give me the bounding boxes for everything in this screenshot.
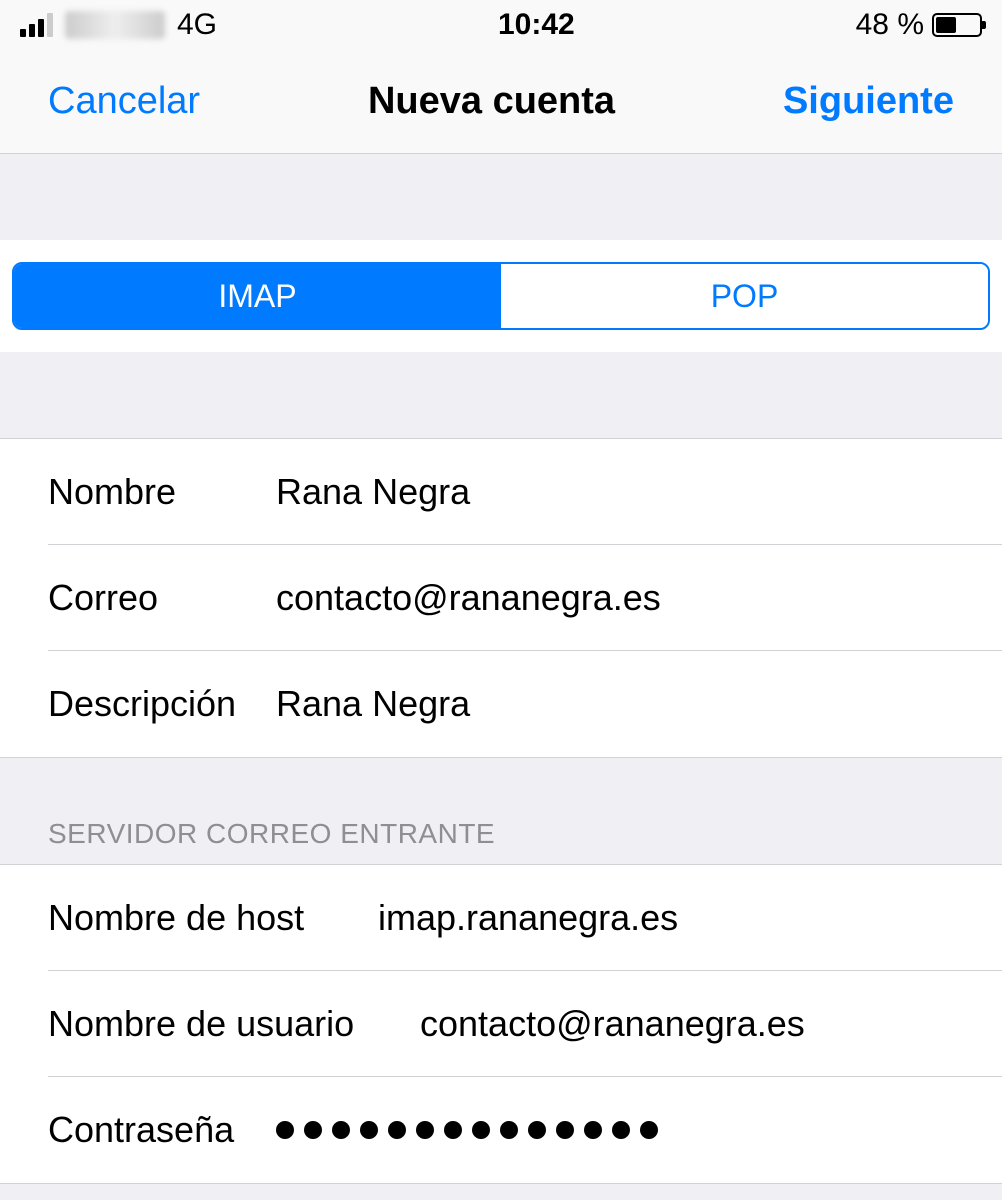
password-label: Contraseña	[48, 1109, 276, 1151]
email-row: Correo	[0, 545, 1002, 651]
username-input[interactable]	[420, 1003, 1002, 1045]
password-input[interactable]	[276, 1121, 658, 1139]
password-row: Contraseña	[0, 1077, 1002, 1183]
description-row: Descripción	[0, 651, 1002, 757]
status-time: 10:42	[498, 8, 575, 42]
status-bar: 4G 10:42 48 %	[0, 0, 1002, 50]
incoming-server-header: SERVIDOR CORREO ENTRANTE	[0, 818, 1002, 864]
battery-percent: 48 %	[856, 8, 924, 42]
name-row: Nombre	[0, 439, 1002, 545]
battery-icon	[932, 13, 982, 37]
carrier-name-blurred	[65, 11, 165, 39]
email-input[interactable]	[276, 577, 1002, 619]
host-input[interactable]	[378, 897, 1002, 939]
incoming-server-section: Nombre de host Nombre de usuario Contras…	[0, 864, 1002, 1184]
status-left: 4G	[20, 8, 217, 42]
protocol-segmented-control: IMAP POP	[12, 262, 990, 330]
segment-pop[interactable]: POP	[501, 264, 988, 328]
protocol-segment-section: IMAP POP	[0, 240, 1002, 352]
username-row: Nombre de usuario	[0, 971, 1002, 1077]
status-right: 48 %	[856, 8, 982, 42]
name-label: Nombre	[48, 471, 276, 513]
host-label: Nombre de host	[48, 897, 378, 939]
host-row: Nombre de host	[0, 865, 1002, 971]
description-label: Descripción	[48, 683, 276, 725]
signal-strength-icon	[20, 13, 53, 37]
description-input[interactable]	[276, 683, 1002, 725]
username-label: Nombre de usuario	[48, 1003, 420, 1045]
account-info-section: Nombre Correo Descripción	[0, 438, 1002, 758]
navigation-bar: Cancelar Nueva cuenta Siguiente	[0, 50, 1002, 154]
email-label: Correo	[48, 577, 276, 619]
name-input[interactable]	[276, 471, 1002, 513]
page-title: Nueva cuenta	[368, 80, 615, 123]
network-type: 4G	[177, 8, 217, 42]
cancel-button[interactable]: Cancelar	[48, 80, 200, 123]
next-button[interactable]: Siguiente	[783, 80, 954, 123]
segment-imap[interactable]: IMAP	[14, 264, 501, 328]
